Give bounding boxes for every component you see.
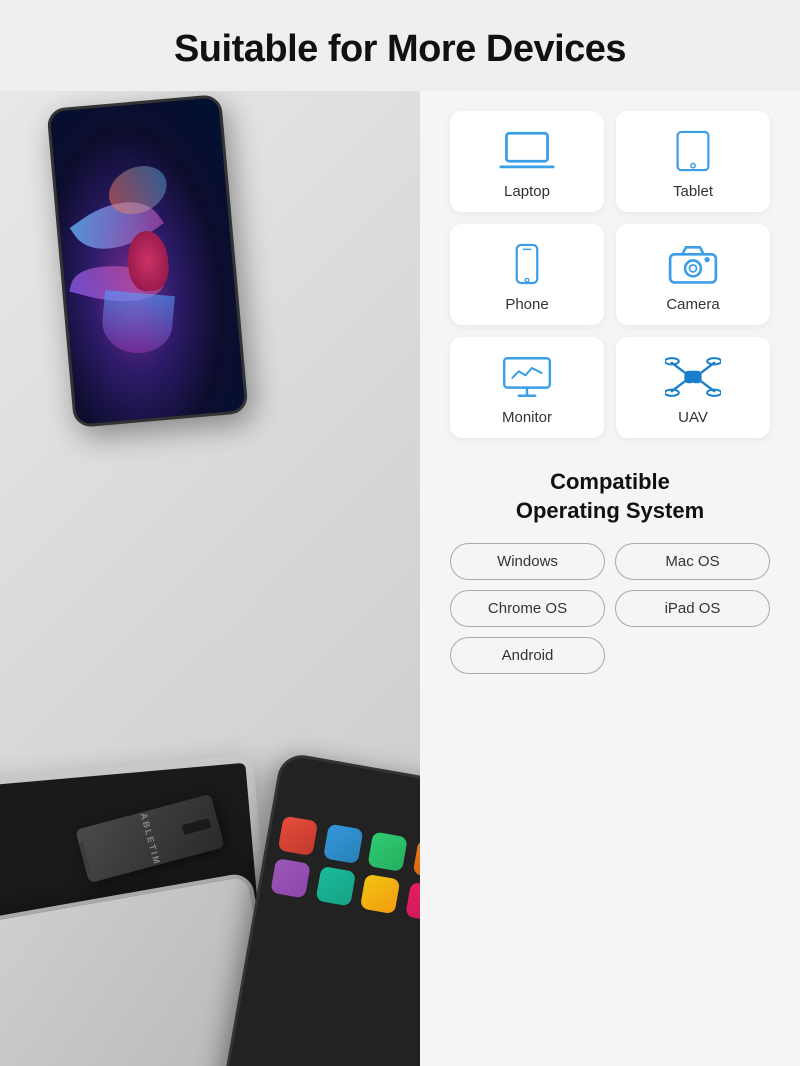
os-title: CompatibleOperating System	[450, 468, 770, 525]
right-panel: Laptop Tablet	[420, 91, 800, 1066]
header: Suitable for More Devices	[0, 0, 800, 91]
app-icon-4	[270, 858, 311, 899]
usb-reader-brand: CABLETIME	[136, 803, 164, 874]
monitor-icon	[499, 355, 555, 399]
camera-label: Camera	[666, 296, 719, 313]
app-icon-1	[323, 823, 364, 864]
app-icon-health	[278, 816, 319, 857]
app-icon-3	[412, 839, 420, 880]
app-icon-6	[360, 874, 401, 915]
device-card-laptop: Laptop	[450, 111, 604, 212]
phone-device-image	[46, 94, 248, 428]
laptop-label: Laptop	[504, 183, 550, 200]
os-badge-android: Android	[450, 637, 605, 674]
tablet-label: Tablet	[673, 183, 713, 200]
phone-icon	[499, 242, 555, 286]
app-icon-5	[315, 866, 356, 907]
os-badge-windows: Windows	[450, 543, 605, 580]
device-card-monitor: Monitor	[450, 337, 604, 438]
camera-icon	[665, 242, 721, 286]
os-badge-chromeos: Chrome OS	[450, 590, 605, 627]
monitor-label: Monitor	[502, 409, 552, 426]
page-title: Suitable for More Devices	[20, 28, 780, 71]
app-grid	[270, 816, 420, 923]
laptop-icon	[499, 129, 555, 173]
device-grid: Laptop Tablet	[450, 111, 770, 438]
app-icon-7	[405, 882, 420, 923]
usb-reader-slot	[182, 818, 212, 835]
uav-label: UAV	[678, 409, 708, 426]
left-panel: CABLETIME	[0, 91, 420, 1066]
phone-label: Phone	[505, 296, 548, 313]
page-container: Suitable for More Devices	[0, 0, 800, 1066]
device-card-phone: Phone	[450, 224, 604, 325]
phone-screen	[50, 97, 246, 425]
app-icon-2	[367, 831, 408, 872]
device-card-camera: Camera	[616, 224, 770, 325]
tablet-icon	[665, 129, 721, 173]
os-section: CompatibleOperating System Windows Mac O…	[450, 468, 770, 674]
os-grid: Windows Mac OS Chrome OS iPad OS Android	[450, 543, 770, 674]
device-card-uav: UAV	[616, 337, 770, 438]
main-content: CABLETIME	[0, 91, 800, 1066]
os-badge-macos: Mac OS	[615, 543, 770, 580]
device-card-tablet: Tablet	[616, 111, 770, 212]
uav-icon	[665, 355, 721, 399]
os-badge-ipados: iPad OS	[615, 590, 770, 627]
